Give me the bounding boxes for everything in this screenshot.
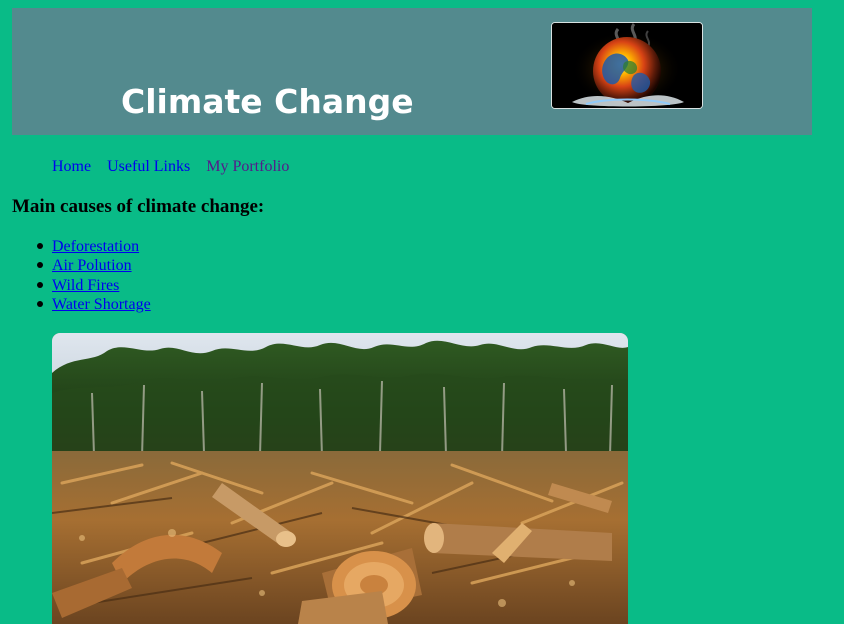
causes-heading: Main causes of climate change: [12, 196, 265, 217]
list-item: Wild Fires [37, 276, 151, 295]
cause-link-water-shortage[interactable]: Water Shortage [52, 296, 151, 313]
list-item: Air Polution [37, 256, 151, 275]
cause-link-deforestation[interactable]: Deforestation [52, 238, 139, 255]
nav-link-useful-links[interactable]: Useful Links [107, 158, 190, 175]
site-header: Climate Change [12, 8, 812, 135]
list-item: Deforestation [37, 237, 151, 256]
site-title: Climate Change [121, 82, 414, 121]
burning-earth-logo [551, 22, 703, 109]
deforestation-photo [52, 333, 628, 624]
cause-link-wild-fires[interactable]: Wild Fires [52, 277, 119, 294]
nav-link-home[interactable]: Home [52, 158, 91, 175]
list-item: Water Shortage [37, 295, 151, 314]
nav-link-my-portfolio[interactable]: My Portfolio [206, 158, 289, 175]
causes-list: Deforestation Air Polution Wild Fires Wa… [37, 237, 151, 314]
main-nav: Home Useful Links My Portfolio [52, 157, 301, 177]
cause-link-air-polution[interactable]: Air Polution [52, 257, 132, 274]
